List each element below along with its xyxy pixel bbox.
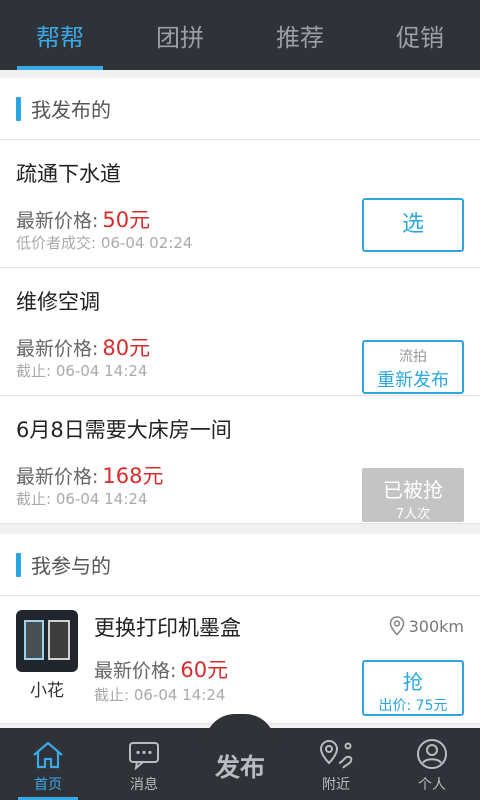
nav-messages[interactable]: 消息 bbox=[96, 728, 192, 800]
grab-count: 7人次 bbox=[395, 507, 431, 522]
distance-value: 300km bbox=[408, 616, 464, 636]
ink-cartridge-shape bbox=[24, 620, 44, 660]
item-thumbnail bbox=[16, 610, 78, 672]
price-label: 最新价格: bbox=[94, 660, 177, 682]
item-title: 维修空调 bbox=[16, 290, 100, 314]
location-pin-icon bbox=[389, 616, 404, 636]
participated-section-header: 我参与的 bbox=[0, 534, 480, 596]
message-icon bbox=[129, 742, 159, 770]
grabbed-label: 已被抢 bbox=[383, 478, 443, 502]
repost-label: 重新发布 bbox=[377, 370, 449, 391]
profile-icon bbox=[417, 739, 447, 769]
status-text: 流拍 bbox=[399, 349, 427, 365]
deadline: 截止: 06-04 14:24 bbox=[16, 362, 148, 380]
ink-cartridge-shape bbox=[48, 620, 70, 660]
tab-recommend[interactable]: 推荐 bbox=[240, 0, 360, 70]
price-value: 80元 bbox=[102, 336, 151, 360]
price-row: 最新价格: 80元 bbox=[16, 332, 150, 362]
participated-item[interactable]: 小花 更换打印机墨盒 300km 最新价格: 60元 截止: 06-04 14:2… bbox=[0, 596, 480, 724]
deadline: 截止: 06-04 14:24 bbox=[16, 490, 148, 508]
nav-profile-label: 个人 bbox=[418, 777, 446, 793]
section-accent-bar bbox=[16, 552, 21, 577]
grab-button[interactable]: 抢 出价: 75元 bbox=[362, 660, 464, 716]
deal-time: 低价者成交: 06-04 02:24 bbox=[16, 234, 193, 252]
select-button[interactable]: 选 bbox=[362, 198, 464, 252]
tab-group-buy[interactable]: 团拼 bbox=[120, 0, 240, 70]
published-item[interactable]: 6月8日需要大床房一间 最新价格: 168元 截止: 06-04 14:24 已被… bbox=[0, 396, 480, 524]
nav-profile[interactable]: 个人 bbox=[384, 728, 480, 800]
nav-messages-label: 消息 bbox=[130, 777, 158, 793]
bottom-nav-bar: 首页 消息 发布 附近 个人 bbox=[0, 714, 480, 800]
price-value: 60元 bbox=[180, 658, 229, 682]
bid-price: 出价: 75元 bbox=[378, 698, 448, 714]
top-tab-bar: 帮帮 团拼 推荐 促销 bbox=[0, 0, 480, 70]
nav-publish[interactable]: 发布 bbox=[192, 714, 288, 800]
section-title: 我参与的 bbox=[31, 554, 111, 578]
deadline: 截止: 06-04 14:24 bbox=[94, 686, 226, 704]
price-row: 最新价格: 168元 bbox=[16, 460, 164, 490]
nav-nearby[interactable]: 附近 bbox=[288, 728, 384, 800]
grab-label: 抢 bbox=[403, 670, 423, 694]
nav-nearby-label: 附近 bbox=[322, 777, 350, 793]
item-title: 疏通下水道 bbox=[16, 162, 121, 186]
user-name: 小花 bbox=[30, 681, 64, 701]
main-content: 我发布的 疏通下水道 最新价格: 50元 低价者成交: 06-04 02:24 选… bbox=[0, 78, 480, 724]
tab-promotion[interactable]: 促销 bbox=[360, 0, 480, 70]
section-title: 我发布的 bbox=[31, 98, 111, 122]
price-value: 168元 bbox=[102, 464, 164, 488]
tab-bangbang[interactable]: 帮帮 bbox=[0, 0, 120, 70]
nav-home-label: 首页 bbox=[34, 777, 62, 793]
distance: 300km bbox=[389, 616, 464, 636]
repost-button[interactable]: 流拍 重新发布 bbox=[362, 340, 464, 394]
published-item[interactable]: 维修空调 最新价格: 80元 截止: 06-04 14:24 流拍 重新发布 bbox=[0, 268, 480, 396]
price-label: 最新价格: bbox=[16, 338, 99, 360]
price-row: 最新价格: 60元 bbox=[94, 654, 228, 684]
item-title: 更换打印机墨盒 bbox=[94, 616, 241, 640]
published-section-header: 我发布的 bbox=[0, 78, 480, 140]
section-accent-bar bbox=[16, 96, 21, 121]
item-title: 6月8日需要大床房一间 bbox=[16, 418, 232, 442]
grabbed-status-button: 已被抢 7人次 bbox=[362, 468, 464, 522]
price-row: 最新价格: 50元 bbox=[16, 204, 150, 234]
nav-publish-label: 发布 bbox=[214, 753, 265, 782]
nav-home[interactable]: 首页 bbox=[0, 728, 96, 800]
price-value: 50元 bbox=[102, 208, 151, 232]
price-label: 最新价格: bbox=[16, 466, 99, 488]
home-icon bbox=[33, 741, 63, 769]
section-gap bbox=[0, 524, 480, 534]
published-item[interactable]: 疏通下水道 最新价格: 50元 低价者成交: 06-04 02:24 选 bbox=[0, 140, 480, 268]
price-label: 最新价格: bbox=[16, 210, 99, 232]
map-pin-icon bbox=[319, 739, 353, 769]
